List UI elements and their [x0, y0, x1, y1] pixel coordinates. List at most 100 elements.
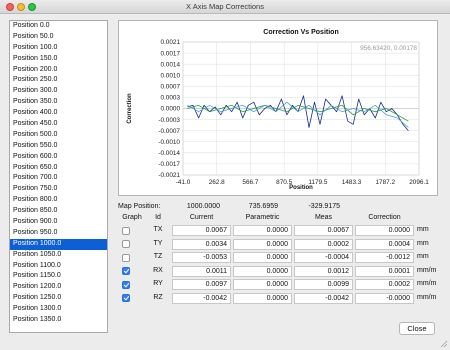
position-list-item[interactable]: Position 250.0 — [10, 75, 107, 86]
y-tick-label: -0.0003 — [158, 117, 180, 124]
position-list-item[interactable]: Position 650.0 — [10, 163, 107, 174]
graph-checkbox[interactable] — [122, 226, 130, 235]
graph-checkbox[interactable] — [122, 253, 130, 262]
meas-field[interactable]: 0.0012 — [294, 265, 353, 277]
correction-field[interactable]: 0.0002 — [355, 279, 414, 290]
map-position-y: 735.6959 — [248, 203, 278, 210]
header-id: Id — [155, 214, 161, 221]
position-list-item[interactable]: Position 1050.0 — [10, 250, 107, 261]
window-title: X Axis Map Corrections — [186, 2, 264, 11]
graph-checkbox[interactable] — [122, 267, 130, 275]
row-id-label: RZ — [153, 293, 163, 301]
meas-field[interactable]: 0.0002 — [294, 238, 353, 250]
parametric-field[interactable]: 0.0000 — [233, 238, 292, 250]
map-corrections-window: X Axis Map Corrections Position 0.0 Posit… — [0, 0, 450, 350]
graph-checkbox[interactable] — [122, 294, 130, 302]
graph-checkbox[interactable] — [122, 240, 130, 248]
chart-title: Correction Vs Position — [263, 29, 338, 36]
map-position-x: 1000.0000 — [186, 203, 220, 210]
position-list-item[interactable]: Position 850.0 — [10, 206, 107, 217]
position-list-item[interactable]: Position 1250.0 — [10, 293, 107, 304]
position-list-item[interactable]: Position 300.0 — [10, 86, 107, 97]
position-list-item[interactable]: Position 50.0 — [10, 32, 107, 43]
row-id-label: TY — [153, 239, 163, 247]
position-list-item[interactable]: Position 600.0 — [10, 152, 107, 163]
position-list-item[interactable]: Position 700.0 — [10, 173, 107, 184]
y-tick-label: -0.0010 — [158, 139, 180, 146]
unit-label: mm/m — [417, 266, 437, 274]
position-list-item[interactable]: Position 150.0 — [10, 54, 107, 65]
position-list-item[interactable]: Position 800.0 — [10, 195, 107, 206]
current-field[interactable]: 0.0067 — [172, 225, 231, 236]
position-list-item[interactable]: Position 350.0 — [10, 97, 107, 108]
current-field[interactable]: -0.0053 — [172, 252, 231, 263]
resize-grip-icon[interactable] — [440, 340, 448, 348]
position-list-item[interactable]: Position 750.0 — [10, 184, 107, 195]
header-correction: Correction — [368, 214, 401, 221]
position-list-item[interactable]: Position 400.0 — [10, 108, 107, 119]
parametric-field[interactable]: 0.0000 — [233, 292, 292, 304]
position-list-item[interactable]: Position 1300.0 — [10, 304, 107, 315]
position-list-item[interactable]: Position 500.0 — [10, 130, 107, 141]
parametric-field[interactable]: 0.0000 — [233, 252, 292, 263]
row-id-label: TX — [153, 226, 163, 233]
correction-field[interactable]: 0.0004 — [355, 238, 414, 250]
meas-field[interactable]: 0.0067 — [294, 225, 353, 236]
meas-field[interactable]: 0.0099 — [294, 279, 353, 290]
position-list-item[interactable]: Position 1150.0 — [10, 271, 107, 282]
position-list-item[interactable]: Position 1100.0 — [10, 261, 107, 272]
meas-field[interactable]: -0.0042 — [294, 292, 353, 304]
position-list-item[interactable]: Position 1350.0 — [10, 315, 107, 326]
position-list-item[interactable]: Position 550.0 — [10, 141, 107, 152]
y-tick-label: -0.0017 — [158, 161, 180, 168]
correction-chart: 0.0021 0.0017 0.0014 0.0010 0.0007 0.0003 0.00… — [118, 20, 438, 196]
y-tick-label: 0.0003 — [160, 95, 180, 102]
position-list[interactable]: Position 0.0 Position 50.0 Position 100.0 P… — [9, 20, 108, 333]
current-field[interactable]: 0.0097 — [172, 279, 231, 290]
parametric-field[interactable]: 0.0000 — [233, 225, 292, 236]
title-bar[interactable]: X Axis Map Corrections — [0, 0, 450, 14]
correction-field[interactable]: -0.0000 — [355, 292, 414, 304]
meas-field[interactable]: -0.0004 — [294, 252, 353, 263]
position-list-item[interactable]: Position 950.0 — [10, 228, 107, 239]
unit-label: mm — [417, 239, 429, 247]
map-position-label: Map Position: — [118, 203, 161, 210]
close-button[interactable]: Close — [399, 322, 435, 335]
y-axis-label: Correction — [127, 93, 133, 124]
unit-label: mm/m — [417, 280, 437, 287]
header-current: Current — [189, 214, 214, 221]
x-tick-label: 262.8 — [209, 179, 225, 186]
chart-svg: 0.0021 0.0017 0.0014 0.0010 0.0007 0.0003 0.00… — [127, 29, 429, 191]
parametric-field[interactable]: 0.0000 — [233, 265, 292, 277]
x-tick-label: 2096.1 — [409, 179, 429, 186]
y-tick-label: 0.0010 — [160, 72, 180, 79]
parametric-field[interactable]: 0.0000 — [233, 279, 292, 290]
x-tick-label: 1787.2 — [376, 179, 396, 186]
map-position-z: -329.9175 — [308, 203, 340, 210]
unit-label: mm — [417, 253, 429, 260]
graph-checkbox[interactable] — [122, 280, 130, 289]
current-field[interactable]: -0.0042 — [172, 292, 231, 304]
position-list-item[interactable]: Position 200.0 — [10, 65, 107, 76]
y-tick-label: -0.0014 — [158, 150, 180, 157]
position-list-item[interactable]: Position 1200.0 — [10, 282, 107, 293]
position-list-item[interactable]: Position 100.0 — [10, 43, 107, 54]
row-id-label: RX — [153, 266, 163, 274]
position-list-item[interactable]: Position 0.0 — [10, 21, 107, 32]
y-tick-label: -0.0007 — [158, 128, 180, 135]
row-id-label: TZ — [153, 253, 163, 260]
correction-field[interactable]: 0.0000 — [355, 225, 414, 236]
current-field[interactable]: 0.0034 — [172, 238, 231, 250]
position-list-item[interactable]: Position 1000.0 — [10, 238, 107, 250]
unit-label: mm/m — [417, 293, 437, 301]
y-tick-label: 0.0021 — [160, 39, 180, 46]
x-tick-label: 1483.3 — [342, 179, 362, 186]
position-list-item[interactable]: Position 900.0 — [10, 217, 107, 228]
y-tick-label: 0.0014 — [160, 61, 180, 68]
position-list-item[interactable]: Position 450.0 — [10, 119, 107, 130]
correction-field[interactable]: -0.0012 — [355, 252, 414, 263]
row-id-label: RY — [153, 280, 163, 287]
header-parametric: Parametric — [245, 214, 280, 221]
correction-field[interactable]: 0.0001 — [355, 265, 414, 277]
current-field[interactable]: 0.0011 — [172, 265, 231, 277]
